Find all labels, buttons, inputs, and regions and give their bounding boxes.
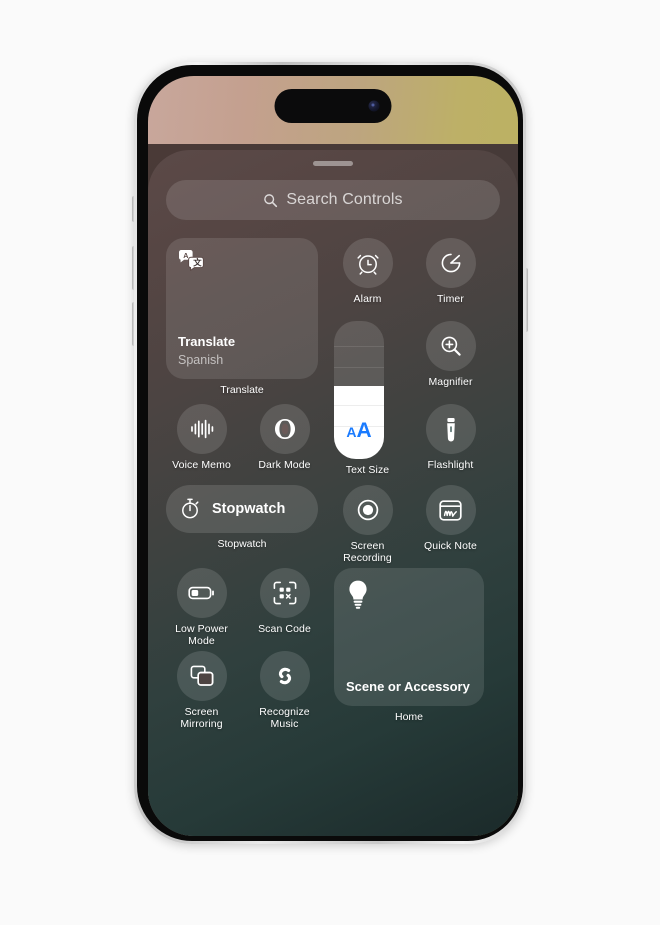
control-screen-mirroring[interactable] — [176, 651, 227, 701]
control-alarm-label: Alarm — [353, 293, 382, 305]
control-scan-code-tile[interactable]: Scan Code — [251, 568, 318, 635]
stopwatch-icon — [178, 497, 202, 521]
control-dark-mode-tile[interactable]: Dark Mode — [251, 404, 318, 471]
control-voice-memo[interactable] — [176, 404, 227, 454]
drag-handle[interactable] — [313, 161, 353, 166]
front-camera-icon — [368, 100, 380, 112]
control-scan-code-label: Scan Code — [258, 623, 311, 635]
text-size-glyph-large: A — [356, 419, 372, 442]
search-input[interactable]: Search Controls — [166, 180, 500, 220]
control-flashlight-tile[interactable]: Flashlight — [417, 404, 484, 471]
control-recognize-music-label: Recognize Music — [259, 706, 310, 730]
control-recognize-music[interactable] — [259, 651, 310, 701]
control-low-power-mode-label: Low Power Mode — [175, 623, 228, 647]
control-low-power-tile[interactable]: Low Power Mode — [168, 568, 235, 647]
widget-scene-or-accessory[interactable]: Scene or Accessory — [334, 568, 484, 706]
control-alarm-tile[interactable]: Alarm — [334, 238, 401, 305]
screen-mirroring-icon — [189, 664, 215, 688]
control-text-size-tile[interactable]: AA Text Size — [334, 321, 401, 476]
control-screen-mirroring-tile[interactable]: Screen Mirroring — [168, 651, 235, 730]
control-stopwatch[interactable]: Stopwatch — [166, 485, 318, 533]
text-size-slider-fill: AA — [334, 385, 384, 459]
timer-icon — [438, 250, 464, 276]
widget-translate[interactable]: A 文 Translate Spanish — [166, 238, 318, 379]
control-screen-mirroring-label: Screen Mirroring — [180, 706, 223, 730]
dark-mode-circle-icon — [272, 416, 298, 442]
widget-scene-text: Scene or Accessory — [346, 678, 470, 696]
translate-bubbles-icon: A 文 — [178, 249, 204, 271]
flashlight-icon — [443, 416, 459, 442]
widget-translate-caption: Translate — [220, 384, 264, 396]
control-quick-note[interactable] — [425, 485, 476, 535]
control-recognize-music-tile[interactable]: Recognize Music — [251, 651, 318, 730]
control-quick-note-label: Quick Note — [424, 540, 477, 552]
svg-text:A: A — [183, 251, 188, 260]
search-placeholder: Search Controls — [286, 191, 403, 208]
svg-text:文: 文 — [193, 258, 202, 268]
control-timer-tile[interactable]: Timer — [417, 238, 484, 305]
control-screen-recording[interactable] — [342, 485, 393, 535]
text-size-glyph-small: A — [346, 424, 357, 440]
control-flashlight-label: Flashlight — [427, 459, 474, 471]
phone-screen: Search Controls A 文 Translate Spanish Tr… — [148, 76, 518, 836]
magnifier-plus-icon — [438, 333, 464, 359]
control-screen-recording-label: Screen Recording — [343, 540, 392, 564]
search-icon — [263, 193, 278, 208]
control-text-size-label: Text Size — [345, 464, 390, 476]
record-circle-icon — [355, 497, 381, 523]
phone-frame: Search Controls A 文 Translate Spanish Tr… — [134, 62, 526, 844]
widget-translate-title: Translate — [178, 334, 236, 349]
control-dark-mode[interactable] — [259, 404, 310, 454]
dynamic-island — [274, 89, 392, 123]
control-timer-label: Timer — [437, 293, 464, 305]
control-magnifier[interactable] — [425, 321, 476, 371]
text-size-glyphs: AA — [334, 419, 384, 443]
control-flashlight[interactable] — [425, 404, 476, 454]
control-screen-recording-tile[interactable]: Screen Recording — [334, 485, 401, 564]
text-size-slider[interactable]: AA — [334, 321, 384, 459]
control-stopwatch-caption: Stopwatch — [217, 538, 267, 550]
shazam-icon — [272, 663, 298, 689]
control-low-power-mode[interactable] — [176, 568, 227, 618]
control-center-panel: Search Controls A 文 Translate Spanish Tr… — [148, 150, 518, 836]
control-scan-code[interactable] — [259, 568, 310, 618]
controls-grid: A 文 Translate Spanish Translate Alarm Ti… — [166, 238, 500, 836]
battery-low-icon — [187, 585, 216, 601]
control-dark-mode-label: Dark Mode — [258, 459, 311, 471]
screenshot-canvas: Search Controls A 文 Translate Spanish Tr… — [0, 0, 660, 925]
control-alarm[interactable] — [342, 238, 393, 288]
widget-scene-caption: Home — [394, 711, 423, 723]
control-quick-note-tile[interactable]: Quick Note — [417, 485, 484, 552]
control-voice-memo-label: Voice Memo — [172, 459, 231, 471]
waveform-icon — [189, 418, 215, 440]
control-magnifier-label: Magnifier — [428, 376, 473, 388]
widget-scene-title: Scene or Accessory — [346, 679, 470, 694]
scan-qr-icon — [272, 580, 298, 606]
widget-translate-subtitle: Spanish — [178, 353, 224, 367]
control-timer[interactable] — [425, 238, 476, 288]
quick-note-icon — [438, 499, 463, 522]
control-magnifier-tile[interactable]: Magnifier — [417, 321, 484, 388]
control-voice-memo-tile[interactable]: Voice Memo — [168, 404, 235, 471]
control-stopwatch-label: Stopwatch — [212, 501, 286, 517]
alarm-clock-icon — [355, 250, 381, 276]
lightbulb-icon — [346, 579, 370, 611]
phone-bezel: Search Controls A 文 Translate Spanish Tr… — [137, 65, 523, 841]
widget-translate-text: Translate Spanish — [178, 333, 235, 369]
